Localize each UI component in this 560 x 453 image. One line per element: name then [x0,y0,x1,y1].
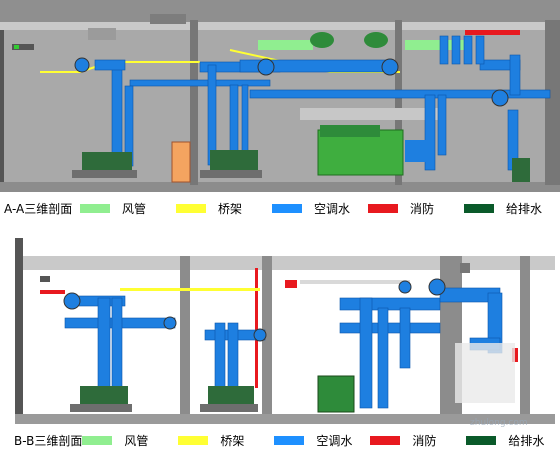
legend-b-label-fire: 消防 [412,433,437,448]
section-a-door [171,141,191,183]
legend-label-plumbing: 给排水 [506,201,543,216]
legend-swatch-cable-tray [176,203,206,213]
legend-label-fire: 消防 [410,201,435,216]
legend-item-cable-tray: 桥架 [176,200,266,217]
section-b-pump-base-2 [200,404,258,412]
section-a-column-1 [190,20,198,185]
legend-swatch-chilled-water [272,203,302,213]
section-a-beam [300,108,440,120]
section-a-ceiling-slab [0,22,560,30]
watermark: zhulong.com [470,418,528,428]
section-a-water-tank [512,158,530,182]
legend-b-label-cable-tray: 桥架 [220,433,245,448]
legend-swatch-plumbing [464,203,494,213]
legend-item-chilled-water: 空调水 [272,200,362,217]
legend-item-fire: 消防 [368,200,458,217]
legend-b-item-plumbing: 给排水 [466,432,556,449]
section-a-fan-1 [310,32,334,48]
section-b-fire-pipe-1 [40,290,65,294]
section-a-ceiling-box [150,14,186,24]
legend-b-label-plumbing: 给排水 [508,433,545,448]
section-b-pipe-elbow-1 [63,292,81,310]
legend-b-swatch-cable-tray [178,435,209,445]
section-a-left-wall [0,30,4,182]
section-b-title: B-B三维剖面 [14,433,83,448]
section-b-column-1 [180,256,190,424]
legend-b-item-fire: 消防 [370,432,460,449]
section-b-left-wall [15,238,23,424]
section-b-pipe-elbow-3 [253,328,267,342]
section-b-ceiling-slab [15,256,555,270]
legend-swatch-air-duct [80,203,110,213]
legend-b-swatch-chilled-water [274,435,305,445]
section-b-pump-1 [80,386,128,406]
legend-b-item-air-duct: 风管 [82,432,172,449]
section-a-floor [0,182,560,192]
section-a-pump-2 [210,150,258,172]
section-b-light-panel [455,343,515,403]
section-a-ceiling [0,0,560,22]
section-a-legend: A-A三维剖面 风管 桥架 空调水 消防 给排水 [0,196,560,220]
section-a-3d-view [0,0,560,192]
legend-b-swatch-fire [370,435,401,445]
legend-b-swatch-plumbing [466,435,497,445]
section-b-3d-view [0,238,560,424]
section-b-pump-2 [208,386,254,406]
section-a-pipe-elbow-4 [74,57,90,73]
section-a-grille [88,28,116,40]
section-b-pipe-elbow-5 [398,280,412,294]
section-a-fan-2 [364,32,388,48]
legend-b-item-cable-tray: 桥架 [178,432,268,449]
legend-label-air-duct: 风管 [122,201,147,216]
section-a-pipe-elbow-3 [491,89,509,107]
section-a-indicator [14,45,19,49]
section-b-pipe-elbow-4 [428,278,446,296]
section-b-fire-pipe-2 [255,268,258,388]
legend-b-item-chilled-water: 空调水 [274,432,364,449]
section-b-ceiling-box [460,263,470,273]
section-a-pump-base-2 [200,170,262,178]
section-b-column-4 [520,256,530,424]
legend-swatch-fire [368,203,398,213]
legend-b-label-chilled-water: 空调水 [316,433,353,448]
section-a-pipe-elbow-1 [257,58,275,76]
section-a-column-3 [545,20,560,185]
legend-label-chilled-water: 空调水 [314,201,351,216]
legend-item-air-duct: 风管 [80,200,170,217]
legend-item-plumbing: 给排水 [464,200,554,217]
section-a-fire-pipe [465,30,520,35]
section-b-pipe-elbow-2 [163,316,177,330]
legend-label-cable-tray: 桥架 [218,201,243,216]
section-a-chiller-connection [405,140,430,162]
section-b-cable-tray [120,288,260,291]
section-b-pump-base-1 [70,404,132,412]
legend-b-swatch-air-duct [82,435,113,445]
section-b-fire-valve [285,280,297,288]
section-b-legend: B-B三维剖面 风管 桥架 空调水 消防 给排水 [0,428,560,452]
section-a-air-duct-1 [258,40,313,50]
legend-b-label-air-duct: 风管 [124,433,149,448]
section-b-sensor [40,276,50,282]
section-a-chiller-top [320,125,380,137]
section-b-duct-support [300,280,410,284]
section-a-pump-base-1 [72,170,137,178]
section-b-heat-exchanger [317,375,355,413]
section-a-title: A-A三维剖面 [4,201,73,216]
section-a-pipe-elbow-2 [381,58,399,76]
